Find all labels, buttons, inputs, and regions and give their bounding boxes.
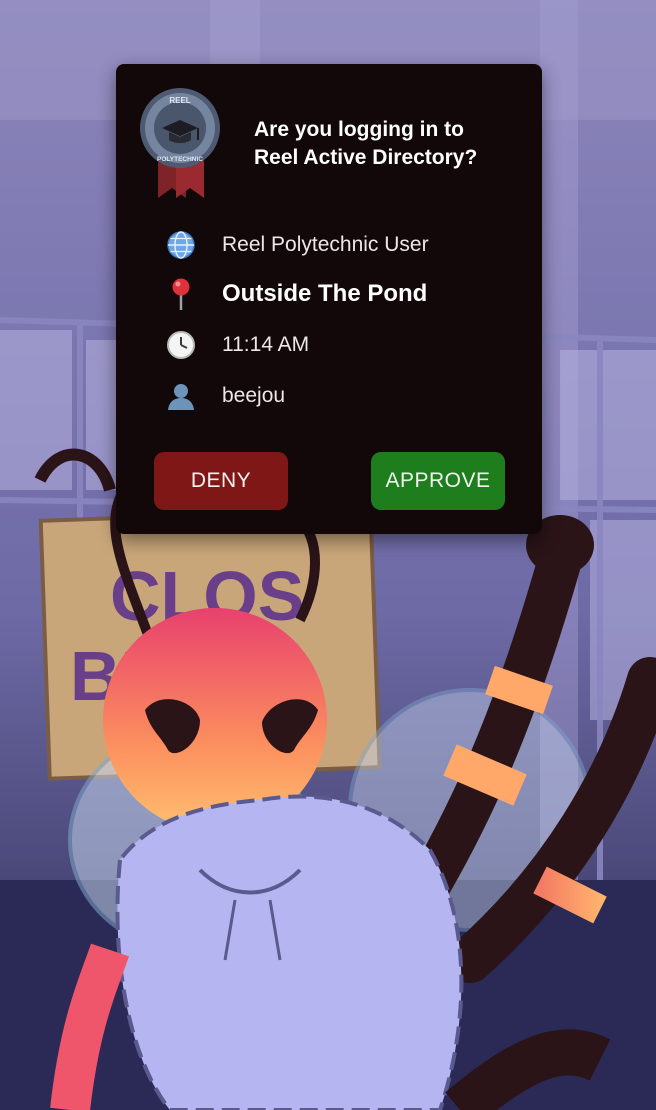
user-icon (164, 379, 198, 413)
location-pin-icon (164, 277, 198, 311)
prompt-line-1: Are you logging in to (254, 118, 464, 141)
detail-row-username: beejou (164, 379, 285, 413)
login-approval-dialog: REEL POLYTECHNIC Are you logging in to R… (116, 64, 542, 534)
detail-row-time: 11:14 AM (164, 328, 309, 362)
detail-row-location: Outside The Pond (164, 277, 427, 311)
clock-icon (164, 328, 198, 362)
prompt-line-2: Reel Active Directory? (254, 146, 478, 169)
time-text: 11:14 AM (222, 333, 310, 356)
logo-text-bottom: POLYTECHNIC (157, 156, 203, 163)
approve-button[interactable]: APPROVE (371, 452, 505, 510)
login-prompt-heading: Are you logging in to Reel Active Direct… (254, 116, 524, 172)
globe-icon (164, 228, 198, 262)
location-text: Outside The Pond (222, 280, 428, 307)
detail-row-organization: Reel Polytechnic User (164, 228, 429, 262)
deny-button[interactable]: DENY (154, 452, 288, 510)
logo-text-top: REEL (169, 96, 190, 105)
username-text: beejou (222, 384, 286, 407)
reel-polytechnic-logo: REEL POLYTECHNIC (140, 88, 220, 198)
organization-text: Reel Polytechnic User (222, 233, 429, 256)
